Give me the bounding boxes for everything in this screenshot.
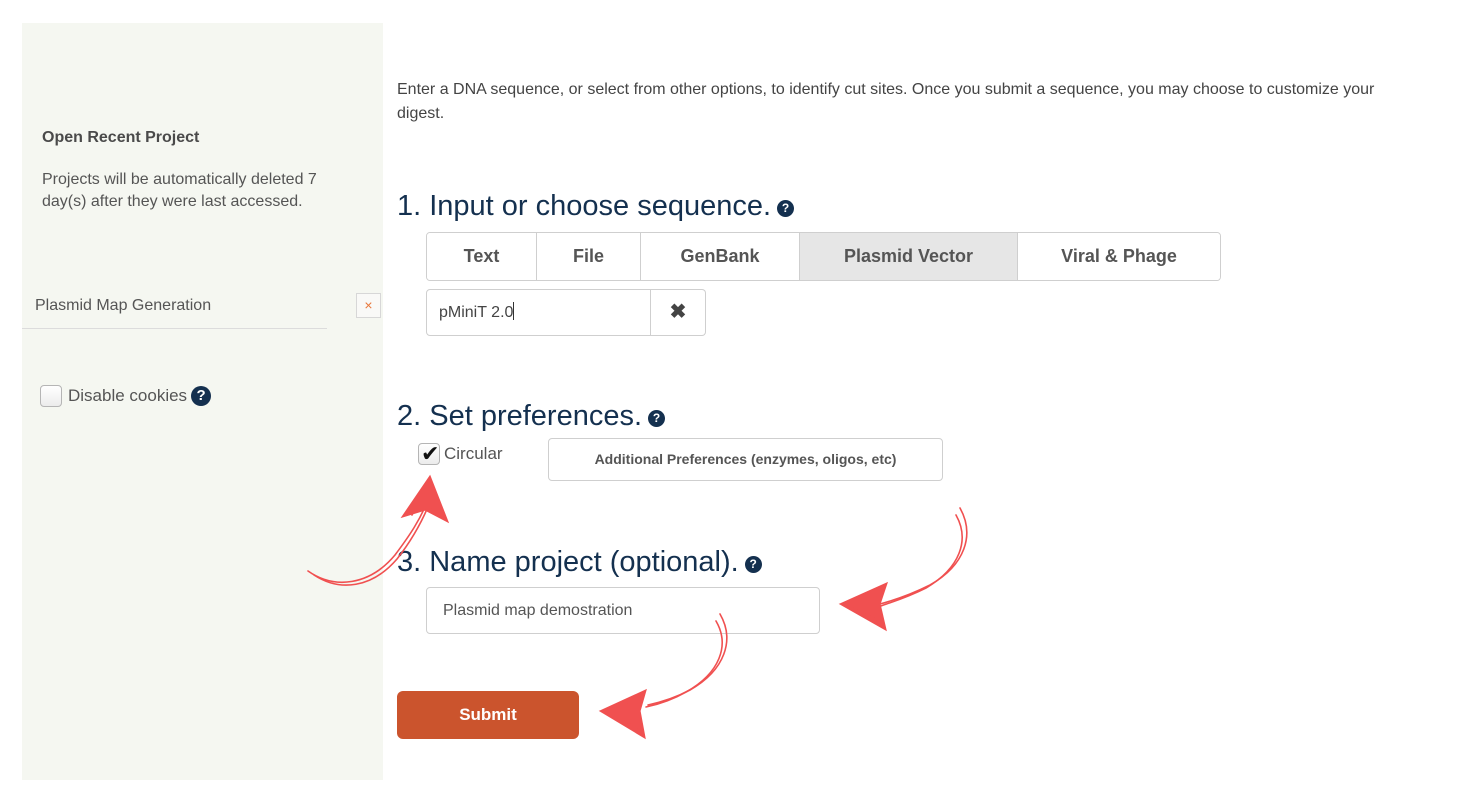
help-icon[interactable]: ? (744, 556, 762, 573)
help-icon[interactable]: ? (648, 410, 666, 427)
sidebar-description: Projects will be automatically deleted 7… (42, 171, 317, 210)
plasmid-select-value: pMiniT 2.0 (439, 304, 514, 321)
help-icon[interactable]: ? (777, 200, 795, 217)
tab-file[interactable]: File (537, 233, 641, 280)
disable-cookies-label[interactable]: Disable cookies (68, 386, 187, 406)
additional-preferences-button[interactable]: Additional Preferences (enzymes, oligos,… (548, 438, 943, 481)
step1-heading-text: 1. Input or choose sequence. (397, 190, 772, 222)
circular-checkbox[interactable] (418, 441, 440, 467)
step3-heading-text: 3. Name project (optional). (397, 546, 739, 578)
sequence-source-tabs: Text File GenBank Plasmid Vector Viral &… (426, 232, 1221, 281)
step2-heading-text: 2. Set preferences. (397, 400, 643, 432)
tab-genbank[interactable]: GenBank (641, 233, 800, 280)
arrow-to-project-name (838, 507, 968, 632)
text-caret (513, 302, 515, 320)
sidebar: Open Recent Project Projects will be aut… (22, 23, 383, 780)
close-icon[interactable]: × (356, 293, 381, 318)
tab-text[interactable]: Text (427, 233, 537, 280)
sidebar-title: Open Recent Project (42, 129, 200, 146)
step3-heading: 3. Name project (optional).? (397, 546, 762, 579)
step2-heading: 2. Set preferences.? (397, 400, 666, 433)
disable-cookies-checkbox[interactable] (40, 385, 62, 407)
disable-cookies-row: Disable cookies ? (40, 385, 212, 407)
tab-viral-phage[interactable]: Viral & Phage (1018, 233, 1220, 280)
project-name-input[interactable] (426, 587, 820, 634)
plasmid-select-input[interactable]: pMiniT 2.0 (426, 289, 651, 336)
help-icon[interactable]: ? (191, 386, 212, 406)
clear-icon[interactable]: ✖ (651, 289, 706, 336)
tab-plasmid-vector[interactable]: Plasmid Vector (800, 233, 1018, 280)
circular-label[interactable]: Circular (444, 444, 503, 464)
recent-project-link[interactable]: Plasmid Map Generation (35, 297, 211, 315)
submit-button[interactable]: Submit (397, 691, 579, 739)
step1-heading: 1. Input or choose sequence.? (397, 190, 795, 223)
circular-option: Circular (418, 441, 503, 467)
intro-text: Enter a DNA sequence, or select from oth… (397, 81, 1375, 122)
recent-project-item: Plasmid Map Generation (22, 291, 327, 329)
